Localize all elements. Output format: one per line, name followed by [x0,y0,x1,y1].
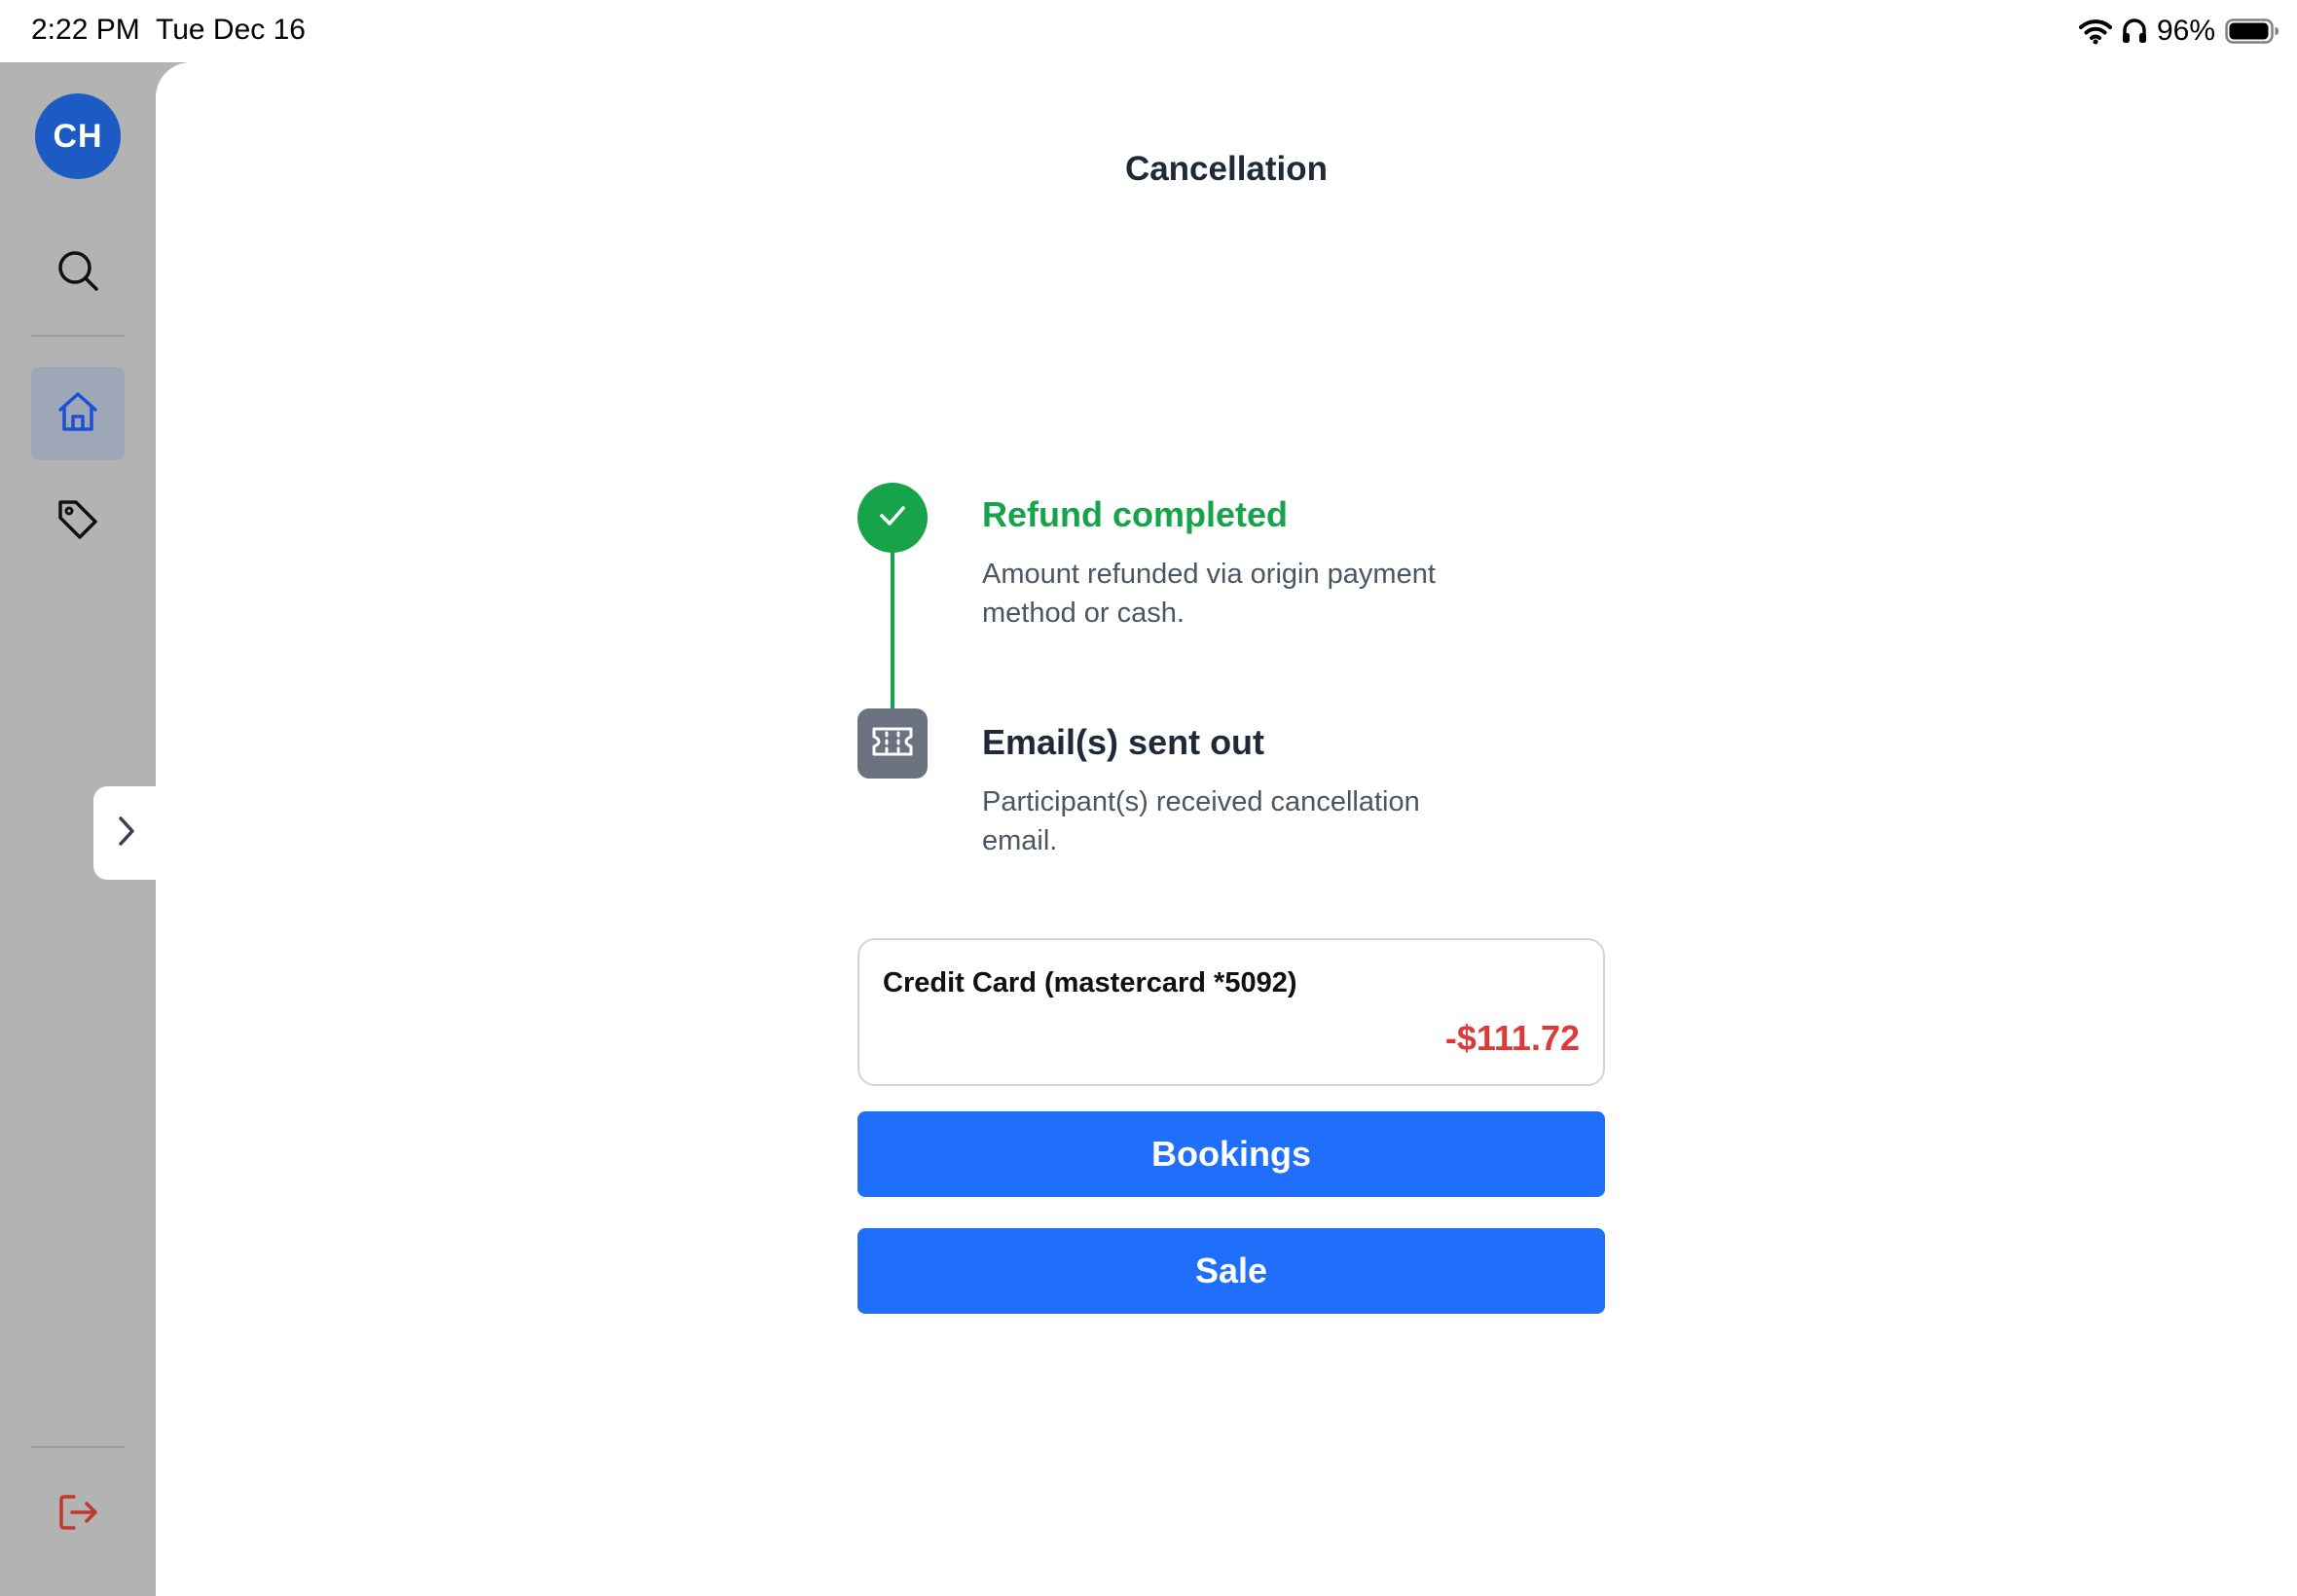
ticket-icon [870,723,915,765]
refund-payment-card: Credit Card (mastercard *5092) -$111.72 [857,938,1605,1086]
sidebar-divider-bottom [31,1446,125,1448]
expand-sidebar-button[interactable] [93,786,160,880]
check-icon [876,499,909,537]
logout-button[interactable] [31,1468,125,1561]
wifi-icon [2078,18,2112,45]
refund-amount: -$111.72 [1444,1018,1580,1058]
chevron-right-icon [114,815,139,852]
step-title-refund: Refund completed [982,494,1289,534]
cancellation-steps: Refund completed Amount refunded via ori… [857,483,1617,950]
search-icon [55,248,100,298]
step-description-refund: Amount refunded via origin payment metho… [982,559,1436,629]
status-bar: 2:22 PM Tue Dec 16 96% [0,0,2297,62]
sidebar-item-search[interactable] [31,226,125,319]
battery-percent: 96% [2156,15,2215,47]
page-title: Cancellation [1124,150,1329,188]
sidebar-divider [31,335,125,337]
sale-button[interactable]: Sale [857,1228,1605,1314]
logout-icon [55,1489,101,1541]
sidebar-item-home[interactable] [31,367,125,460]
status-time: 2:22 PM [31,14,140,46]
payment-method: Credit Card (mastercard *5092) [883,967,1297,998]
sidebar-item-tags[interactable] [31,475,125,568]
status-indicators: 96% [2078,12,2279,51]
home-icon [55,388,101,440]
avatar[interactable]: CH [35,93,121,179]
step-email-status [857,708,928,779]
step-refund-status [857,483,928,553]
bookings-button[interactable]: Bookings [857,1111,1605,1197]
battery-icon [2225,18,2279,45]
step-description-email: Participant(s) received cancellation ema… [982,786,1420,856]
step-connector [891,551,894,712]
headphones-icon [2122,18,2147,45]
tag-icon [55,496,101,548]
step-title-email: Email(s) sent out [982,722,1265,762]
main-panel: Cancellation Refund completed Amount ref… [156,62,2297,1596]
status-date: Tue Dec 16 [156,14,306,46]
